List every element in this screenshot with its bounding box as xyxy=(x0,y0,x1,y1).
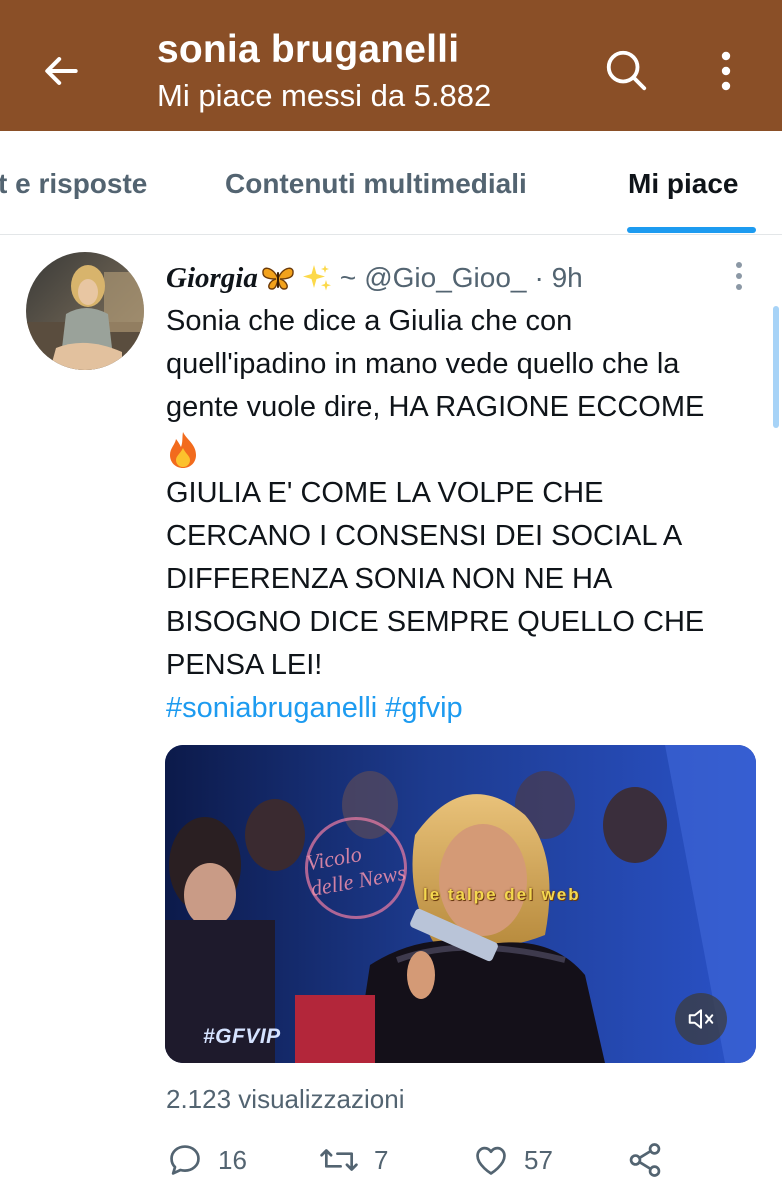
watermark-talpe: le talpe del web xyxy=(423,885,581,904)
tab-tweets-and-replies[interactable]: t e risposte xyxy=(0,167,147,201)
tweet-text-line: CERCANO I CONSENSI DEI SOCIAL A xyxy=(166,520,683,552)
fire-icon xyxy=(170,432,196,468)
app-header: sonia bruganelli Mi piace messi da 5.882 xyxy=(0,0,782,131)
author-name[interactable]: Giorgia xyxy=(166,262,258,295)
more-options-button[interactable] xyxy=(706,46,746,96)
tweet-more-button[interactable] xyxy=(724,256,754,296)
unmute-button[interactable] xyxy=(675,993,727,1045)
avatar-image xyxy=(26,252,144,370)
retweet-button[interactable]: 7 xyxy=(318,1138,388,1182)
retweet-count: 7 xyxy=(374,1144,389,1175)
profile-tabs: t e risposte Contenuti multimediali Mi p… xyxy=(0,131,782,235)
vertical-ellipsis-icon xyxy=(736,262,742,290)
reply-count: 16 xyxy=(218,1144,247,1175)
scrollbar-thumb[interactable] xyxy=(773,306,779,428)
tweet-text: Sonia che dice a Giulia che con quell'ip… xyxy=(166,300,766,730)
profile-name-title: sonia bruganelli xyxy=(157,28,460,71)
share-icon xyxy=(629,1143,661,1177)
vertical-ellipsis-icon xyxy=(721,51,731,91)
author-separator: ~ xyxy=(339,262,357,293)
tweet-actions: 16 7 57 xyxy=(166,1138,766,1182)
active-tab-indicator xyxy=(627,227,756,233)
tweet-header: Giorgia ~ @Gio_Gioo_ · 9h xyxy=(166,258,583,298)
tweet-text-line: DIFFERENZA SONIA NON NE HA xyxy=(166,563,613,595)
sparkles-icon xyxy=(302,263,332,293)
author-handle[interactable]: @Gio_Gioo_ xyxy=(364,262,526,294)
share-button[interactable] xyxy=(626,1138,664,1182)
tab-likes[interactable]: Mi piace xyxy=(628,167,738,201)
tweet-text-line: gente vuole dire, HA RAGIONE ECCOME xyxy=(166,391,705,423)
like-button[interactable]: 57 xyxy=(472,1138,553,1182)
search-icon xyxy=(606,50,647,91)
back-arrow-icon xyxy=(45,57,78,85)
tweet-text-line: Sonia che dice a Giulia che con xyxy=(166,305,573,337)
heart-icon xyxy=(476,1146,506,1175)
tweet-time[interactable]: · 9h xyxy=(535,262,583,294)
search-button[interactable] xyxy=(600,44,652,96)
reply-icon xyxy=(170,1145,200,1175)
reply-button[interactable]: 16 xyxy=(166,1138,247,1182)
tweet-text-line: quell'ipadino in mano vede quello che la xyxy=(166,348,680,380)
view-count: 2.123 visualizzazioni xyxy=(166,1084,405,1114)
tab-media[interactable]: Contenuti multimediali xyxy=(225,167,527,201)
gfvip-logo: #GFVIP xyxy=(203,1025,281,1048)
likes-count-subtitle: Mi piace messi da 5.882 xyxy=(157,78,492,113)
tweet-text-line: BISOGNO DICE SEMPRE QUELLO CHE xyxy=(166,606,705,638)
tweet-text-emoji-line xyxy=(166,429,766,472)
tweet-video[interactable]: Vicolo delle News le talpe del web #GFVI… xyxy=(165,745,756,1063)
tweet-text-line: PENSA LEI! xyxy=(166,649,323,681)
back-button[interactable] xyxy=(36,46,86,96)
avatar[interactable] xyxy=(26,252,144,370)
tweet-text-line: GIULIA E' COME LA VOLPE CHE xyxy=(166,477,604,509)
butterfly-icon xyxy=(260,264,296,292)
tweet-hashtags[interactable]: #soniabruganelli #gfvip xyxy=(166,687,766,730)
like-count: 57 xyxy=(524,1144,553,1175)
retweet-icon xyxy=(320,1149,358,1171)
speaker-muted-icon xyxy=(688,1009,714,1029)
